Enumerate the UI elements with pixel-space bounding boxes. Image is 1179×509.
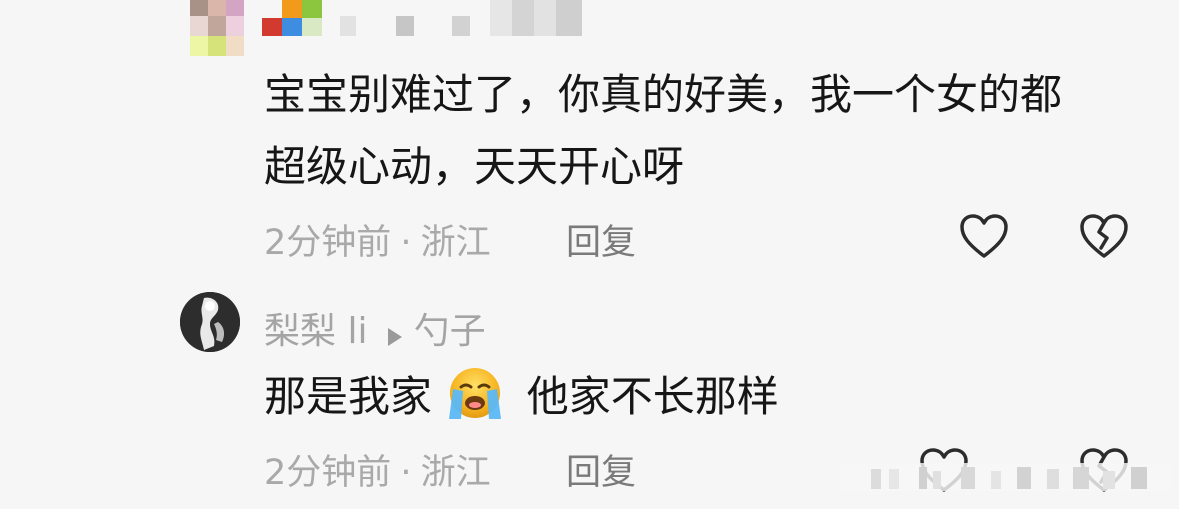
comment-2-reply-to[interactable]: 勺子 (414, 311, 486, 352)
broken-heart-icon (1080, 214, 1128, 258)
comment-2-reply-button[interactable]: 回复 (566, 444, 636, 495)
comment-1-text-line-1: 宝宝别难过了，你真的好美，我一个女的都 (264, 70, 1063, 119)
avatar-image-icon (180, 292, 240, 352)
comment-1-separator: · (400, 223, 412, 263)
comment-1-meta: 2分钟前 · 浙江 (264, 214, 491, 264)
comment-2-header: 梨梨 li 勺子 (264, 302, 486, 352)
comment-2-separator: · (400, 453, 412, 493)
comment-1-like-button[interactable] (958, 212, 1010, 260)
comment-2-text-part-2: 他家不长那样 (526, 372, 779, 421)
play-triangle-icon (387, 327, 403, 351)
censored-user-header (0, 0, 1179, 60)
comment-1-reply-button[interactable]: 回复 (566, 214, 636, 265)
comment-1-location: 浙江 (420, 223, 491, 263)
avatar[interactable] (180, 292, 240, 352)
comment-2-username[interactable]: 梨梨 li (264, 311, 367, 352)
crying-face-emoji-icon (445, 365, 505, 440)
comment-2-text: 那是我家 他家不长那样 (264, 364, 779, 440)
comment-2-location: 浙江 (420, 453, 491, 493)
watermark-overlay (841, 457, 1171, 493)
comment-1-text-line-2: 超级心动，天天开心呀 (264, 142, 685, 191)
comment-1-time: 2分钟前 (264, 223, 392, 263)
heart-outline-icon (960, 214, 1008, 258)
comment-2-meta: 2分钟前 · 浙江 (264, 444, 491, 494)
comment-2-time: 2分钟前 (264, 453, 392, 493)
comment-2-text-part-1: 那是我家 (264, 372, 433, 421)
comment-1-dislike-button[interactable] (1078, 212, 1130, 260)
